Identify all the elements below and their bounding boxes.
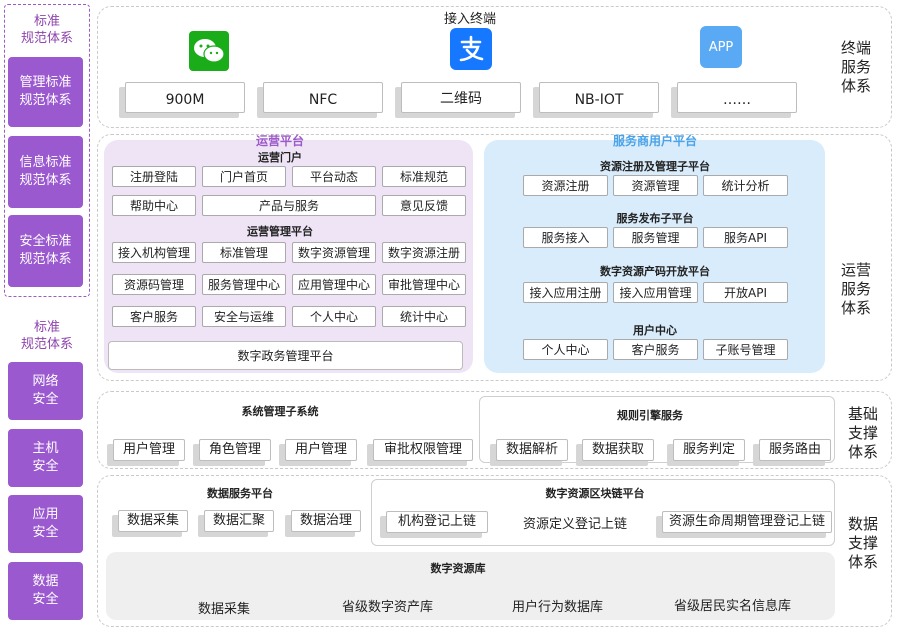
mgmt-platform-title: 运营管理平台 bbox=[247, 225, 313, 238]
code-open-app-register: 接入应用注册 bbox=[523, 282, 608, 303]
mgmt-approval-center: 审批管理中心 bbox=[382, 274, 466, 295]
user-center-subaccount: 子账号管理 bbox=[703, 339, 788, 360]
repo-provincial-assets: 省级数字资产库 bbox=[341, 599, 433, 615]
terminal-side-label: 终端 服务 体系 bbox=[840, 39, 871, 95]
rule-fetch: 数据获取 bbox=[582, 439, 654, 461]
operation-platform-title: 运营平台 bbox=[255, 134, 304, 148]
alipay-icon bbox=[450, 28, 492, 70]
mgmt-resource-register: 数字资源注册 bbox=[382, 242, 466, 263]
sys-mgmt-approval: 审批权限管理 bbox=[373, 439, 473, 461]
sys-mgmt-user-1: 用户管理 bbox=[113, 439, 185, 461]
user-center-title: 用户中心 bbox=[633, 324, 677, 337]
data-svc-aggregate: 数据汇聚 bbox=[204, 510, 274, 532]
repo-resident-realname: 省级居民实名信息库 bbox=[673, 598, 791, 614]
mgmt-resource: 数字资源管理 bbox=[292, 242, 376, 263]
rule-parse: 数据解析 bbox=[496, 439, 568, 461]
data-security-block: 数据 安全 bbox=[8, 562, 83, 620]
portal-title: 运营门户 bbox=[258, 151, 302, 164]
mgmt-institution: 接入机构管理 bbox=[112, 242, 196, 263]
blockchain-title: 数字资源区块链平台 bbox=[545, 487, 645, 500]
data-side-label: 数据 支撑 体系 bbox=[847, 515, 878, 571]
data-svc-collect: 数据采集 bbox=[118, 510, 188, 532]
mgmt-security-ops: 安全与运维 bbox=[202, 306, 286, 327]
mgmt-standard: 标准管理 bbox=[202, 242, 286, 263]
mgmt-resource-code: 资源码管理 bbox=[112, 274, 196, 295]
chain-institution: 机构登记上链 bbox=[386, 511, 488, 533]
information-standard-block: 信息标准 规范体系 bbox=[8, 136, 83, 208]
operation-side-label: 运营 服务 体系 bbox=[840, 261, 871, 317]
res-reg-register: 资源注册 bbox=[523, 175, 608, 196]
security-standard-block: 安全标准 规范体系 bbox=[8, 215, 83, 287]
provider-platform-title: 服务商用户平台 bbox=[612, 134, 697, 148]
terminal-item-900m: 900M bbox=[125, 82, 245, 113]
mgmt-customer-service: 客户服务 bbox=[112, 306, 196, 327]
portal-help: 帮助中心 bbox=[112, 195, 196, 216]
portal-products: 产品与服务 bbox=[202, 195, 376, 216]
terminal-item-more: …… bbox=[677, 82, 797, 113]
user-center-personal: 个人中心 bbox=[523, 339, 608, 360]
terminal-title: 接入终端 bbox=[443, 12, 496, 27]
terminal-item-nbiot: NB-IOT bbox=[539, 82, 659, 113]
chain-lifecycle: 资源生命周期管理登记上链 bbox=[662, 511, 832, 533]
data-svc-title: 数据服务平台 bbox=[207, 487, 273, 500]
standard-title-bottom: 标准 规范体系 bbox=[20, 320, 73, 352]
svc-pub-title: 服务发布子平台 bbox=[616, 212, 694, 225]
resource-repo-title: 数字资源库 bbox=[430, 562, 486, 575]
svc-pub-manage: 服务管理 bbox=[613, 227, 698, 248]
code-open-title: 数字资源产码开放平台 bbox=[600, 265, 710, 278]
network-security-block: 网络 安全 bbox=[8, 362, 83, 420]
portal-register-login: 注册登陆 bbox=[112, 166, 196, 187]
sys-mgmt-role: 角色管理 bbox=[199, 439, 271, 461]
mgmt-personal-center: 个人中心 bbox=[292, 306, 376, 327]
app-icon: APP bbox=[700, 26, 742, 68]
terminal-item-qrcode: 二维码 bbox=[401, 82, 521, 113]
mgmt-statistics: 统计中心 bbox=[382, 306, 466, 327]
mgmt-app-center: 应用管理中心 bbox=[292, 274, 376, 295]
res-reg-statistics: 统计分析 bbox=[703, 175, 788, 196]
user-center-customer: 客户服务 bbox=[613, 339, 698, 360]
rule-judge: 服务判定 bbox=[673, 439, 745, 461]
portal-standards: 标准规范 bbox=[382, 166, 466, 187]
res-reg-manage: 资源管理 bbox=[613, 175, 698, 196]
svc-pub-access: 服务接入 bbox=[523, 227, 608, 248]
host-security-block: 主机 安全 bbox=[8, 429, 83, 487]
sys-mgmt-user-2: 用户管理 bbox=[285, 439, 357, 461]
wechat-icon bbox=[189, 31, 229, 71]
gov-platform: 数字政务管理平台 bbox=[108, 341, 463, 370]
svc-pub-api: 服务API bbox=[703, 227, 788, 248]
data-svc-govern: 数据治理 bbox=[291, 510, 361, 532]
basic-side-label: 基础 支撑 体系 bbox=[847, 405, 878, 461]
sys-mgmt-title: 系统管理子系统 bbox=[241, 405, 319, 418]
code-open-app-manage: 接入应用管理 bbox=[613, 282, 698, 303]
res-reg-title: 资源注册及管理子平台 bbox=[600, 160, 710, 173]
portal-home: 门户首页 bbox=[202, 166, 286, 187]
mgmt-service-center: 服务管理中心 bbox=[202, 274, 286, 295]
terminal-item-nfc: NFC bbox=[263, 82, 383, 113]
code-open-api: 开放API bbox=[703, 282, 788, 303]
repo-collect: 数据采集 bbox=[197, 601, 250, 617]
portal-news: 平台动态 bbox=[292, 166, 376, 187]
management-standard-block: 管理标准 规范体系 bbox=[8, 57, 83, 127]
standard-title-top: 标准 规范体系 bbox=[20, 14, 73, 46]
application-security-block: 应用 安全 bbox=[8, 495, 83, 553]
chain-resource-def: 资源定义登记上链 bbox=[522, 516, 627, 532]
rule-engine-title: 规则引擎服务 bbox=[617, 409, 683, 422]
portal-feedback: 意见反馈 bbox=[382, 195, 466, 216]
rule-route: 服务路由 bbox=[759, 439, 831, 461]
repo-user-behavior: 用户行为数据库 bbox=[511, 599, 603, 615]
